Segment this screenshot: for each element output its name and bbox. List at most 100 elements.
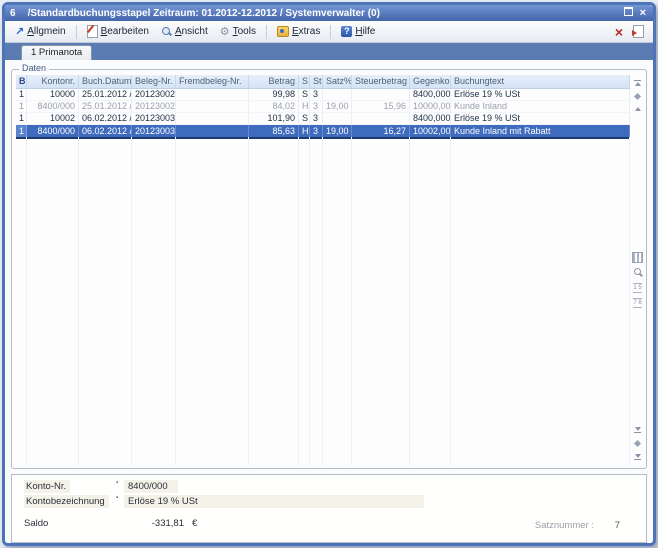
navigate-diamond-icon[interactable]	[635, 94, 640, 99]
column-header: Satz%	[323, 75, 352, 89]
cancel-red-x-button[interactable]: ×	[615, 26, 623, 38]
toolbar-label: Allgmein	[27, 26, 65, 37]
table-row[interactable]: 11000206.02.2012 /Mo20123003101,90S38400…	[16, 113, 630, 125]
cell-kontonr: 10002	[27, 113, 79, 125]
daten-groupbox: Daten BKontonr.Buch.DatumBeleg-Nr.Fremdb…	[11, 69, 647, 469]
gridline	[132, 137, 176, 465]
toolbar-button-tools[interactable]: ⚙ Tools	[215, 25, 261, 38]
cell-beleg: 20123003	[132, 113, 176, 125]
toolbar-label: Bearbeiten	[101, 26, 149, 37]
column-header: Beleg-Nr.	[132, 75, 176, 89]
konto-nr-field[interactable]: 8400/000	[124, 480, 178, 493]
window-title: /Standardbuchungsstapel Zeitraum: 01.201…	[28, 8, 612, 19]
bookings-table[interactable]: BKontonr.Buch.DatumBeleg-Nr.Fremdbeleg-N…	[16, 75, 630, 465]
navigate-diamond-icon[interactable]	[635, 441, 640, 446]
cell-betrag: 101,90	[249, 113, 299, 125]
tab-primanota[interactable]: 1 Primanota	[21, 45, 92, 60]
record-nav-gutter: 1 5 7 8	[631, 70, 644, 468]
gridline	[176, 137, 249, 465]
numbering-icon[interactable]: 7 8	[633, 298, 641, 308]
previous-record-icon[interactable]	[635, 107, 641, 111]
saldo-value: -331,81	[32, 518, 184, 529]
table-row[interactable]: 18400/00006.02.2012 /Mo2012300385,63H319…	[16, 125, 630, 137]
first-record-icon[interactable]	[634, 80, 641, 86]
cell-satz: 19,00	[323, 101, 352, 113]
toolbar-button-bearbeiten[interactable]: Bearbeiten	[82, 24, 154, 39]
cell-datum: 25.01.2012 /Mi	[79, 89, 132, 101]
cell-fremd	[176, 113, 249, 125]
totals-icon[interactable]: 1 5	[633, 283, 641, 293]
cell-datum: 25.01.2012 /Mi	[79, 101, 132, 113]
help-icon: ?	[341, 26, 352, 37]
toolbox-icon	[277, 26, 289, 37]
toolbar-label: Hilfe	[355, 26, 375, 37]
cell-gegen: 8400,000	[410, 89, 451, 101]
gridline	[310, 137, 323, 465]
cell-s: H	[299, 101, 310, 113]
next-record-icon[interactable]	[634, 427, 641, 433]
cell-st: 3	[310, 113, 323, 125]
toolbar-separator	[76, 25, 77, 39]
table-row[interactable]: 11000025.01.2012 /Mi2012300299,98S38400,…	[16, 89, 630, 101]
exit-door-button[interactable]	[633, 25, 644, 38]
table-empty-area	[16, 137, 630, 465]
toolbar-right-group: ×	[615, 25, 648, 38]
table-row[interactable]: 18400/00025.01.2012 /Mi2012300284,02H319…	[16, 101, 630, 113]
cell-satz	[323, 89, 352, 101]
cell-betrag: 99,98	[249, 89, 299, 101]
cell-betrag: 84,02	[249, 101, 299, 113]
cell-text: Kunde Inland mit Rabatt	[451, 125, 630, 137]
close-button[interactable]: ×	[640, 8, 646, 18]
kontobezeichnung-label: Kontobezeichnung	[24, 495, 109, 508]
cell-beleg: 20123002	[132, 101, 176, 113]
gridline	[16, 137, 27, 465]
gridline	[410, 137, 451, 465]
gridline	[79, 137, 132, 465]
cell-b: 1	[16, 125, 27, 137]
kontobezeichnung-field[interactable]: Erlöse 19 % USt	[124, 495, 424, 508]
cell-steuer	[352, 113, 410, 125]
groupbox-label: Daten	[19, 63, 49, 73]
tab-band: 1 Primanota	[5, 43, 653, 60]
toolbar-separator	[330, 25, 331, 39]
edit-icon	[87, 25, 98, 38]
toolbar-button-ansicht[interactable]: Ansicht	[156, 25, 213, 38]
column-header: Buchungtext	[451, 75, 630, 89]
titlebar[interactable]: 6 /Standardbuchungsstapel Zeitraum: 01.2…	[5, 5, 653, 21]
column-header: Betrag	[249, 75, 299, 89]
table-header-row[interactable]: BKontonr.Buch.DatumBeleg-Nr.Fremdbeleg-N…	[16, 75, 630, 89]
cell-datum: 06.02.2012 /Mo	[79, 113, 132, 125]
toolbar-separator	[266, 25, 267, 39]
column-header: Gegenkonto	[410, 75, 451, 89]
nav-group-top	[631, 80, 644, 111]
bullet-icon: ▪	[116, 495, 118, 501]
app-window: 6 /Standardbuchungsstapel Zeitraum: 01.2…	[2, 2, 656, 546]
cell-gegen: 10000,00	[410, 101, 451, 113]
column-header: S	[299, 75, 310, 89]
toolbar-button-extras[interactable]: Extras	[272, 25, 325, 38]
cell-st: 3	[310, 101, 323, 113]
gridline	[323, 137, 352, 465]
toolbar-button-hilfe[interactable]: ? Hilfe	[336, 25, 380, 38]
gridline	[299, 137, 310, 465]
konto-nr-label: Konto-Nr.	[24, 480, 70, 493]
magnifier-document-icon	[161, 26, 172, 37]
cell-b: 1	[16, 101, 27, 113]
column-options-icon[interactable]	[632, 252, 643, 263]
cell-st: 3	[310, 89, 323, 101]
cell-s: S	[299, 113, 310, 125]
search-icon[interactable]	[633, 268, 643, 278]
cell-datum: 06.02.2012 /Mo	[79, 125, 132, 137]
column-header: Buch.Datum	[79, 75, 132, 89]
cell-st: 3	[310, 125, 323, 137]
table-body[interactable]: 11000025.01.2012 /Mi2012300299,98S38400,…	[16, 89, 630, 465]
toolbar-button-allgmein[interactable]: ↗ Allgmein	[10, 25, 71, 38]
cell-fremd	[176, 125, 249, 137]
nav-group-middle: 1 5 7 8	[631, 252, 644, 308]
last-record-icon[interactable]	[634, 454, 641, 460]
gridline	[27, 137, 79, 465]
cell-text: Erlöse 19 % USt	[451, 113, 630, 125]
window-controls: ×	[624, 7, 648, 19]
cell-kontonr: 10000	[27, 89, 79, 101]
restore-button[interactable]	[624, 7, 633, 19]
